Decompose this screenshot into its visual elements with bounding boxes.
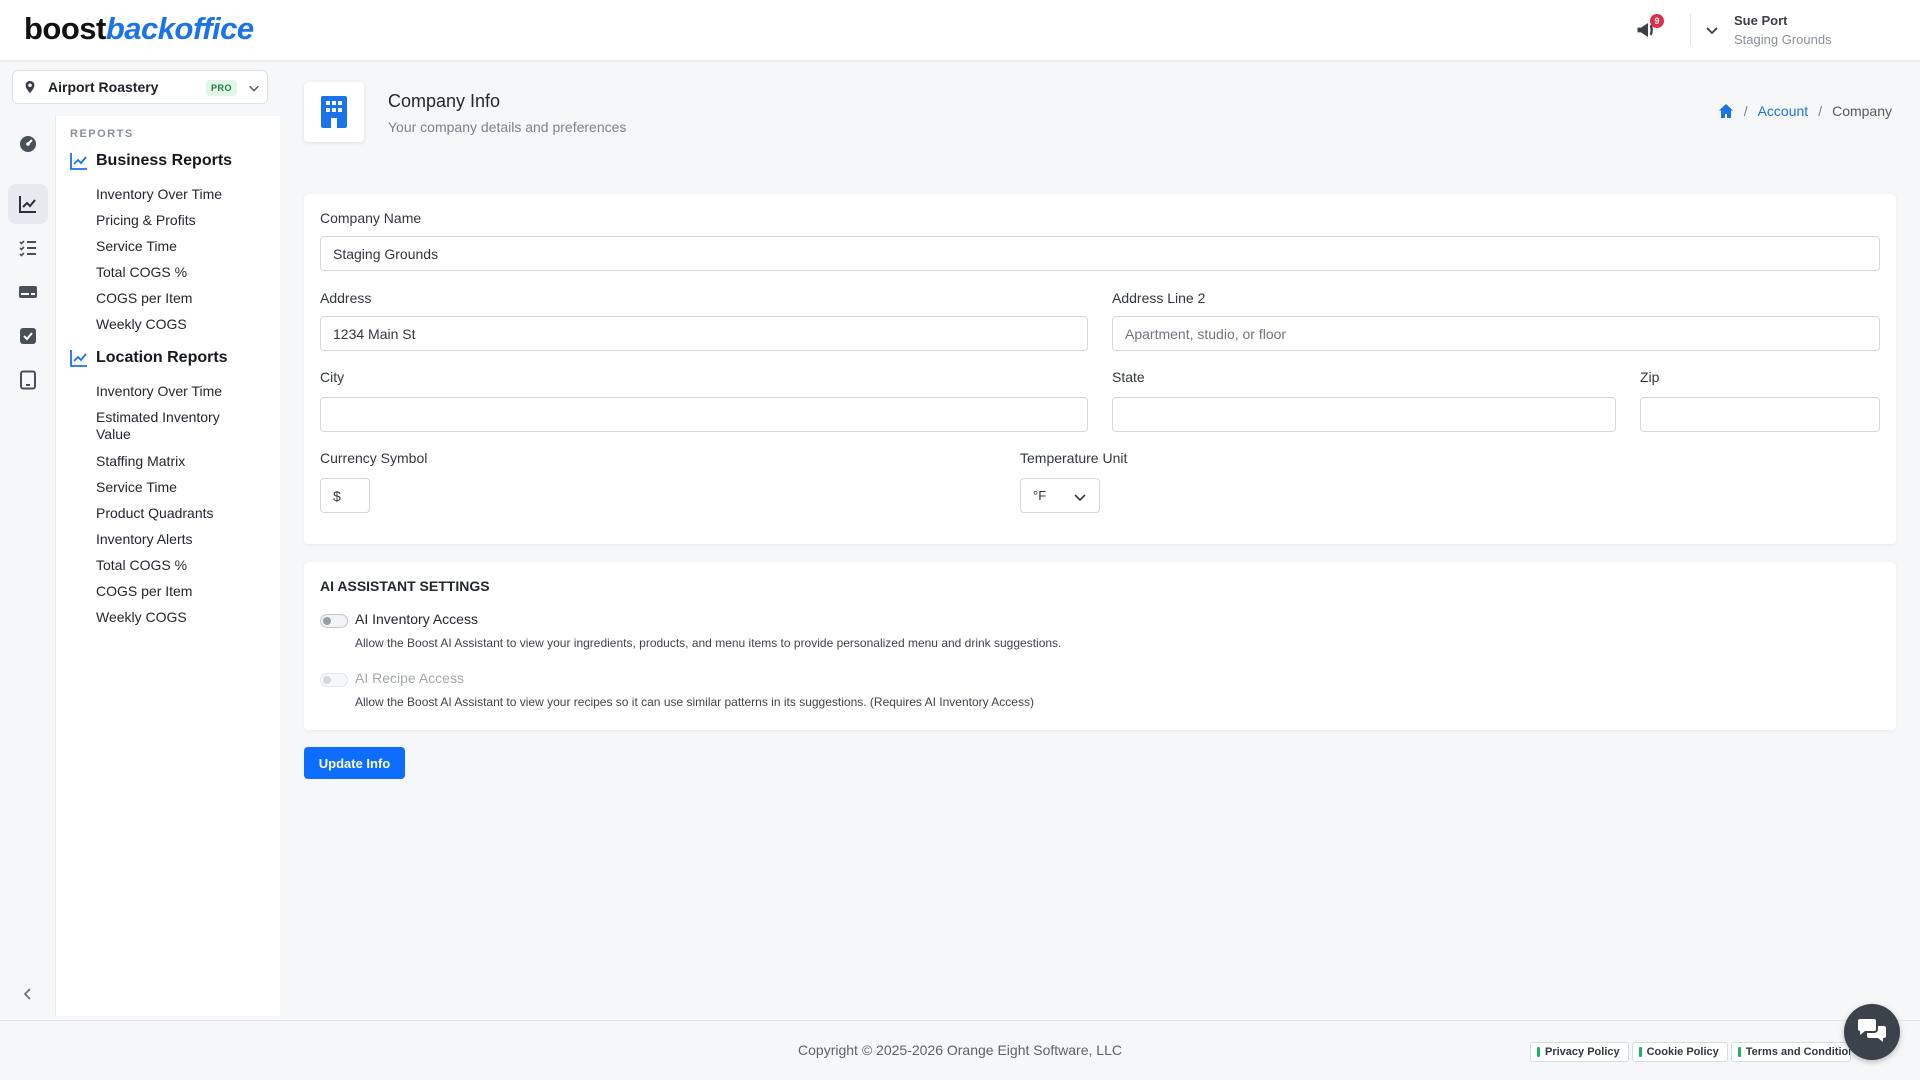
ai-inventory-description: Allow the Boost AI Assistant to view you… (355, 636, 1062, 650)
temperature-select[interactable]: °F (1020, 478, 1100, 513)
rail-tablet[interactable] (8, 360, 48, 400)
ai-recipe-description: Allow the Boost AI Assistant to view you… (355, 695, 1034, 709)
home-icon (1718, 104, 1733, 118)
zip-input[interactable] (1640, 397, 1880, 432)
icon-rail (0, 116, 56, 1016)
menu-item-business-weekly-cogs[interactable]: Weekly COGS (96, 316, 272, 333)
ai-recipe-toggle[interactable] (320, 673, 348, 687)
menu-item-business-pricing-profits[interactable]: Pricing & Profits (96, 212, 272, 229)
ai-inventory-toggle[interactable] (320, 614, 348, 628)
address2-label: Address Line 2 (1112, 290, 1206, 306)
location-name: Airport Roastery (48, 79, 159, 95)
user-organization: Staging Grounds (1734, 32, 1832, 47)
building-icon (321, 96, 347, 128)
rail-dashboard[interactable] (8, 124, 48, 164)
header-divider (1690, 14, 1691, 46)
user-name[interactable]: Sue Port (1734, 13, 1787, 28)
breadcrumb-current: Company (1832, 103, 1892, 119)
rail-reports[interactable] (8, 184, 48, 224)
checkbox-icon (20, 328, 36, 344)
toggle-knob (323, 617, 331, 625)
line-chart-icon (19, 196, 36, 213)
zip-label: Zip (1640, 369, 1660, 385)
ai-inventory-label[interactable]: AI Inventory Access (355, 611, 478, 627)
menu-item-location-inventory-alerts[interactable]: Inventory Alerts (96, 531, 272, 548)
page-title: Company Info (388, 91, 501, 111)
breadcrumb: / Account / Company (1718, 103, 1892, 119)
breadcrumb-account[interactable]: Account (1758, 103, 1809, 119)
menu-group-business-reports[interactable]: Business Reports (70, 152, 232, 170)
state-input[interactable] (1112, 397, 1616, 432)
map-pin-icon (25, 80, 35, 94)
terms-link[interactable]: Terms and Conditions (1730, 1042, 1851, 1062)
menu-item-location-total-cogs[interactable]: Total COGS % (96, 557, 272, 574)
top-header: boostbackoffice 9 Sue Port Staging Groun… (0, 0, 1920, 60)
rail-cards[interactable] (8, 272, 48, 312)
chevron-down-icon (1074, 494, 1086, 502)
address-label: Address (320, 290, 372, 306)
page-subtitle: Your company details and preferences (388, 119, 627, 135)
card-icon (19, 286, 37, 298)
temperature-value: °F (1033, 488, 1047, 503)
task-list-icon (19, 240, 36, 257)
address2-input[interactable] (1112, 316, 1880, 351)
menu-item-location-cogs-per-item[interactable]: COGS per Item (96, 583, 272, 600)
menu-item-location-staffing-matrix[interactable]: Staffing Matrix (96, 453, 272, 470)
notification-badge: 9 (1650, 14, 1664, 28)
chevron-down-icon[interactable] (1704, 22, 1720, 38)
policy-links: Privacy Policy Cookie Policy Terms and C… (1530, 1042, 1851, 1062)
tablet-icon (20, 370, 36, 390)
menu-item-business-total-cogs[interactable]: Total COGS % (96, 264, 272, 281)
trend-chart-icon (70, 350, 87, 367)
menu-group-location-reports[interactable]: Location Reports (70, 349, 228, 367)
menu-item-business-service-time[interactable]: Service Time (96, 238, 272, 255)
currency-label: Currency Symbol (320, 450, 428, 466)
privacy-policy-link[interactable]: Privacy Policy (1530, 1042, 1629, 1062)
menu-item-location-weekly-cogs[interactable]: Weekly COGS (96, 609, 272, 626)
ai-recipe-label[interactable]: AI Recipe Access (355, 670, 464, 686)
reports-menu: REPORTS Business Reports Inventory Over … (56, 116, 280, 1016)
trend-chart-icon (70, 153, 87, 170)
menu-item-location-estimated-inventory-value[interactable]: Estimated Inventory Value (96, 409, 246, 443)
company-name-label: Company Name (320, 210, 422, 226)
cookie-policy-link[interactable]: Cookie Policy (1631, 1042, 1728, 1062)
chevron-down-icon (249, 85, 259, 92)
chat-bubbles-icon (1858, 1019, 1886, 1042)
logo-text-boost: boost (24, 11, 106, 46)
menu-caption: REPORTS (70, 128, 134, 140)
update-info-button[interactable]: Update Info (304, 747, 405, 779)
rail-checklists[interactable] (8, 228, 48, 268)
logo-text-backoffice: backoffice (105, 11, 254, 46)
chevron-left-icon[interactable] (18, 984, 38, 1004)
breadcrumb-separator: / (1818, 103, 1823, 119)
rail-tasks[interactable] (8, 316, 48, 356)
brand-logo[interactable]: boostbackoffice (24, 10, 254, 48)
temperature-label: Temperature Unit (1020, 450, 1128, 466)
menu-item-business-inventory-over-time[interactable]: Inventory Over Time (96, 186, 272, 203)
currency-input[interactable] (320, 478, 370, 513)
speedometer-icon (20, 136, 36, 152)
menu-group-title: Location Reports (96, 349, 228, 366)
footer: Copyright © 2025-2026 Orange Eight Softw… (0, 1020, 1920, 1080)
toggle-knob (323, 676, 331, 684)
city-label: City (320, 369, 345, 385)
address-input[interactable] (320, 316, 1088, 351)
location-selector[interactable]: Airport Roastery PRO (12, 70, 268, 104)
company-info-card: Company Name Address Address Line 2 City… (304, 194, 1896, 544)
city-input[interactable] (320, 397, 1088, 432)
breadcrumb-home[interactable] (1718, 103, 1734, 119)
ai-settings-title: AI ASSISTANT SETTINGS (320, 578, 490, 594)
company-name-input[interactable] (320, 236, 1880, 271)
chat-button[interactable] (1844, 1004, 1900, 1060)
state-label: State (1112, 369, 1145, 385)
menu-item-business-cogs-per-item[interactable]: COGS per Item (96, 290, 272, 307)
ai-settings-card: AI ASSISTANT SETTINGS AI Inventory Acces… (304, 562, 1896, 730)
page-title-icon-box (304, 82, 364, 142)
menu-group-title: Business Reports (96, 152, 233, 169)
menu-item-location-product-quadrants[interactable]: Product Quadrants (96, 505, 272, 522)
pro-badge: PRO (206, 80, 238, 96)
breadcrumb-separator: / (1743, 103, 1748, 119)
menu-item-location-inventory-over-time[interactable]: Inventory Over Time (96, 383, 272, 400)
menu-item-location-service-time[interactable]: Service Time (96, 479, 272, 496)
